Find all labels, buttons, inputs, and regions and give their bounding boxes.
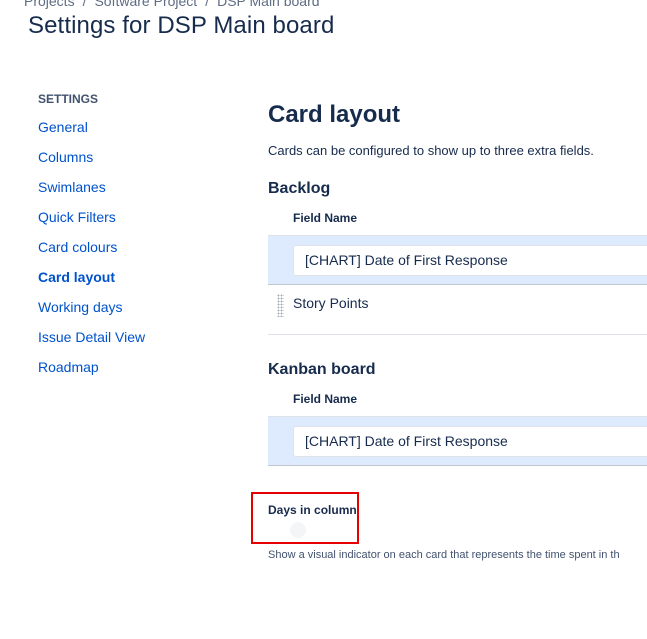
- sidebar-heading: SETTINGS: [38, 92, 99, 106]
- sidebar-item-quick-filters[interactable]: Quick Filters: [38, 209, 238, 239]
- drag-handle-icon[interactable]: [277, 294, 284, 317]
- section-title: Card layout: [268, 101, 401, 128]
- sidebar-item-roadmap[interactable]: Roadmap: [38, 359, 238, 389]
- settings-sidebar: SETTINGS General Columns Swimlanes Quick…: [38, 92, 238, 389]
- sidebar-item-swimlanes[interactable]: Swimlanes: [38, 179, 238, 209]
- kanban-column-header: Field Name: [293, 392, 358, 406]
- days-in-column-label: Days in column: [268, 503, 357, 517]
- kanban-title: Kanban board: [268, 361, 376, 378]
- backlog-field-row: Story Points: [268, 285, 647, 335]
- backlog-field-name: Story Points: [293, 295, 369, 311]
- sidebar-item-card-layout[interactable]: Card layout: [38, 269, 238, 299]
- backlog-add-field-row: [CHART] Date of First Response: [268, 235, 647, 285]
- card-layout-panel: Card layout Cards can be configured to s…: [268, 100, 647, 466]
- settings-page: Projects / Software Project / DSP Main board…: [0, 0, 647, 639]
- breadcrumb-projects[interactable]: Projects: [24, 0, 75, 9]
- kanban-field-table: [CHART] Date of First Response: [268, 416, 647, 466]
- sidebar-item-general[interactable]: General: [38, 119, 238, 149]
- sidebar-item-card-colours[interactable]: Card colours: [38, 239, 238, 269]
- days-in-column-description: Show a visual indicator on each card tha…: [268, 549, 620, 561]
- breadcrumb-separator: /: [82, 0, 87, 9]
- backlog-field-select[interactable]: [CHART] Date of First Response: [293, 245, 647, 276]
- kanban-field-select[interactable]: [CHART] Date of First Response: [293, 426, 647, 457]
- toggle-knob: [290, 522, 306, 538]
- days-in-column-toggle[interactable]: [268, 520, 308, 540]
- sidebar-item-issue-detail-view[interactable]: Issue Detail View: [38, 329, 238, 359]
- backlog-title: Backlog: [268, 180, 331, 197]
- backlog-field-table: [CHART] Date of First Response Story Poi…: [268, 235, 647, 335]
- kanban-add-field-row: [CHART] Date of First Response: [268, 416, 647, 466]
- sidebar-item-columns[interactable]: Columns: [38, 149, 238, 179]
- section-description: Cards can be configured to show up to th…: [268, 143, 594, 158]
- sidebar-item-working-days[interactable]: Working days: [38, 299, 238, 329]
- backlog-column-header: Field Name: [293, 211, 358, 225]
- breadcrumb: Projects / Software Project / DSP Main board: [24, 0, 320, 9]
- breadcrumb-separator: /: [205, 0, 210, 9]
- breadcrumb-board[interactable]: DSP Main board: [217, 0, 319, 9]
- page-title: Settings for DSP Main board: [28, 12, 335, 39]
- breadcrumb-software-project[interactable]: Software Project: [94, 0, 197, 9]
